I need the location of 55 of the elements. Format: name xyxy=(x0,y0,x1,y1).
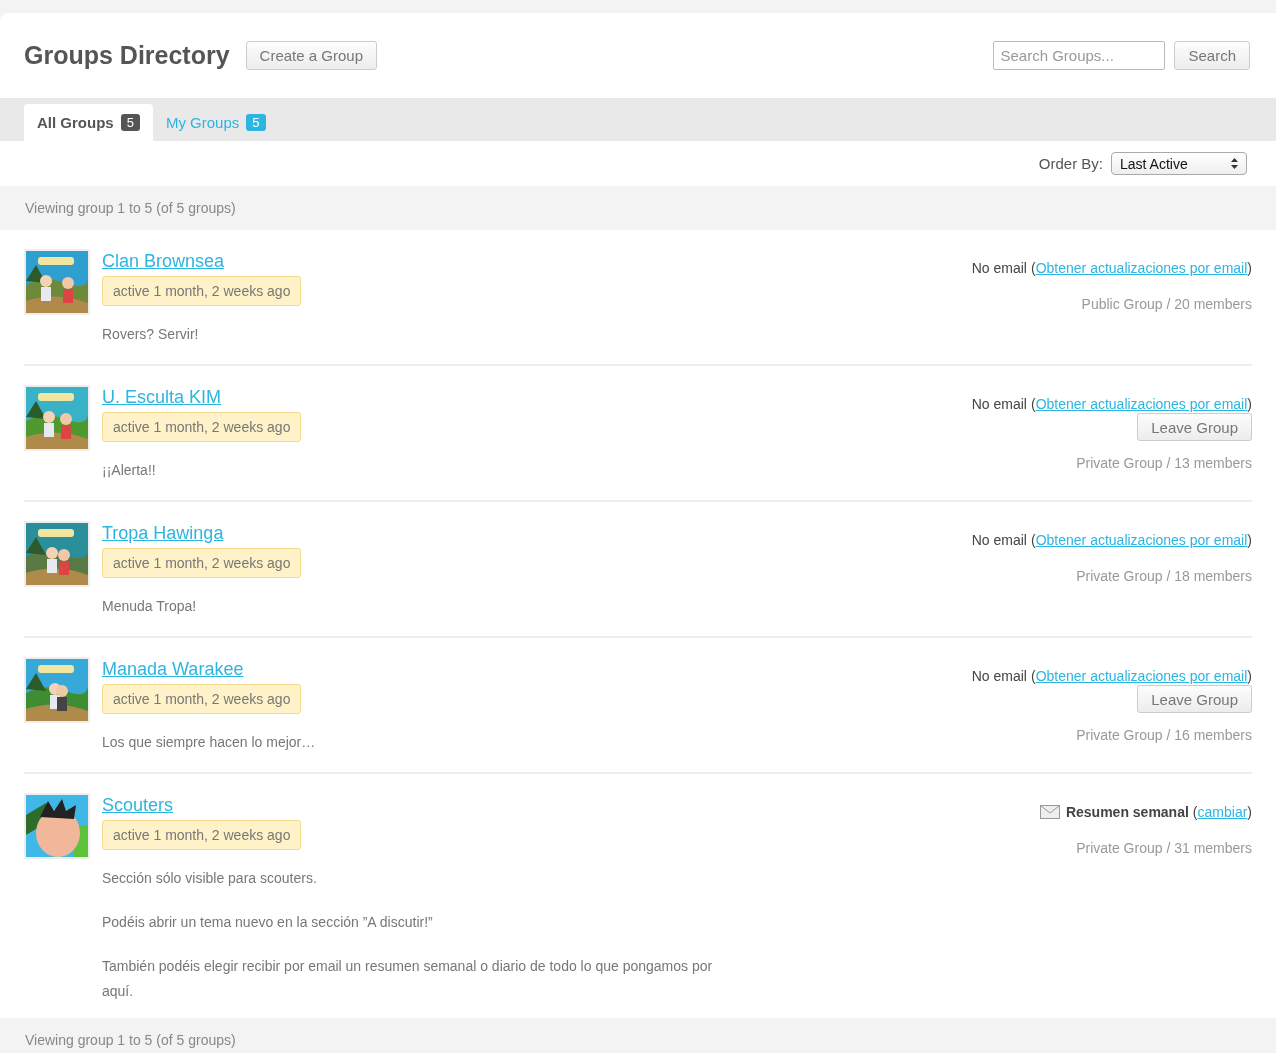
leave-group-button[interactable]: Leave Group xyxy=(1137,413,1252,441)
pagination-text: Viewing group 1 to 5 (of 5 groups) xyxy=(25,200,236,216)
group-info: Private Group / 31 members xyxy=(1076,840,1252,856)
parenthesis: ) xyxy=(1247,668,1252,684)
email-status: No email xyxy=(971,532,1027,548)
envelope-icon xyxy=(1039,805,1060,819)
email-status: Resumen semanal xyxy=(1065,804,1189,820)
activity-badge: active 1 month, 2 weeks ago xyxy=(102,684,302,714)
group-description: También podéis elegir recibir por email un resumen semanal o diario de todo lo que pongamos por aquí. xyxy=(102,957,714,1001)
email-status: No email xyxy=(971,668,1027,684)
group-name-link[interactable]: Manada Warakee xyxy=(102,659,244,680)
order-by-select[interactable]: Last Active xyxy=(1111,152,1247,175)
group-description: Podéis abrir un tema nuevo en la sección ”A discutir!” xyxy=(102,913,433,932)
email-status: No email xyxy=(971,396,1027,412)
group-name-link[interactable]: Tropa Hawinga xyxy=(102,523,224,544)
parenthesis: ( xyxy=(1031,532,1036,548)
group-description: Sección sólo visible para scouters. xyxy=(102,869,317,888)
leave-group-button[interactable]: Leave Group xyxy=(1137,685,1252,713)
order-by-label: Order By: xyxy=(1038,155,1103,172)
group-description: Menuda Tropa! xyxy=(102,597,197,616)
activity-badge: active 1 month, 2 weeks ago xyxy=(102,276,302,306)
parenthesis: ) xyxy=(1247,804,1252,820)
tab[interactable]: All Groups 5 xyxy=(24,104,153,141)
tab[interactable]: My Groups 5 xyxy=(152,104,279,141)
group-info: Public Group / 20 members xyxy=(1081,296,1252,312)
group-info: Private Group / 13 members xyxy=(1076,455,1252,471)
tab-label: My Groups xyxy=(165,114,240,131)
group-name-link[interactable]: U. Esculta KIM xyxy=(102,387,222,408)
email-status: No email xyxy=(971,260,1027,276)
count-badge: 5 xyxy=(120,114,140,131)
stepper-icon xyxy=(1231,158,1238,169)
parenthesis: ( xyxy=(1031,668,1036,684)
group-name-link[interactable]: Scouters xyxy=(102,795,174,816)
search-field[interactable]: Search Groups... xyxy=(993,41,1166,70)
activity-badge: active 1 month, 2 weeks ago xyxy=(102,548,302,578)
count-badge: 5 xyxy=(246,114,266,131)
activity-badge: active 1 month, 2 weeks ago xyxy=(102,820,302,850)
parenthesis: ( xyxy=(1031,260,1036,276)
tab-label: All Groups xyxy=(37,114,114,131)
group-info: Private Group / 18 members xyxy=(1076,568,1252,584)
parenthesis: ) xyxy=(1247,532,1252,548)
group-name-link[interactable]: Clan Brownsea xyxy=(102,251,225,272)
parenthesis: ( xyxy=(1192,804,1198,820)
search-button[interactable]: Search xyxy=(1174,41,1250,70)
group-info: Private Group / 16 members xyxy=(1076,727,1252,743)
activity-badge: active 1 month, 2 weeks ago xyxy=(102,412,302,442)
pagination-text: Viewing group 1 to 5 (of 5 groups) xyxy=(25,1032,236,1048)
group-description: Rovers? Servir! xyxy=(102,325,199,344)
group-description: ¡¡Alerta!! xyxy=(102,461,156,480)
group-description: Los que siempre hacen lo mejor… xyxy=(102,733,316,752)
parenthesis: ( xyxy=(1031,396,1036,412)
parenthesis: ) xyxy=(1247,260,1252,276)
create-group-button[interactable]: Create a Group xyxy=(245,41,377,70)
parenthesis: ) xyxy=(1247,396,1252,412)
page-title: Groups Directory xyxy=(24,41,230,70)
